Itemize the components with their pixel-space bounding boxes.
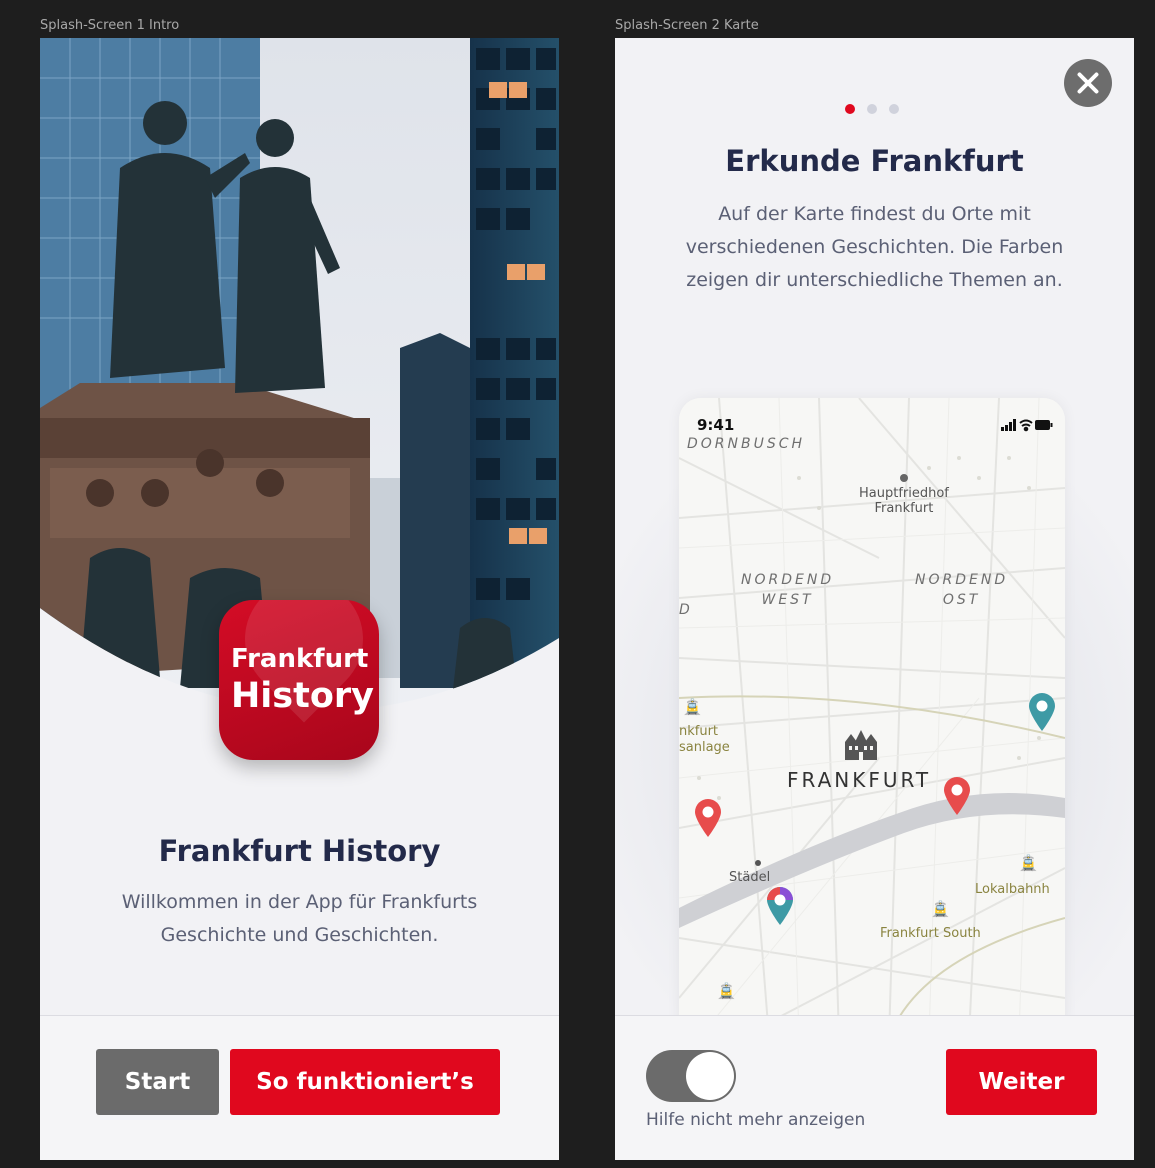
map-label-anlage: nkfurt sanlage bbox=[679, 724, 730, 756]
map-label-staedel-text: Städel bbox=[729, 870, 771, 885]
hide-help-toggle[interactable] bbox=[646, 1050, 736, 1102]
toggle-knob bbox=[686, 1052, 734, 1100]
pagination-dot-2[interactable] bbox=[867, 104, 877, 114]
map-footer: Hilfe nicht mehr anzeigen Weiter bbox=[615, 1015, 1134, 1160]
map-pin-icon-teal[interactable] bbox=[1027, 692, 1057, 732]
map-pin-icon-cluster[interactable] bbox=[765, 886, 795, 926]
poi-dot bbox=[899, 474, 908, 482]
map-label-nordend-ost: NORDEND OST bbox=[915, 570, 1008, 610]
map-label-nordend-ost-line1: NORDEND bbox=[915, 572, 1009, 588]
close-icon[interactable] bbox=[1064, 59, 1112, 107]
map-description-line3: zeigen dir unterschiedliche Themen an. bbox=[686, 269, 1063, 291]
map-label-nordend-west: NORDEND WEST bbox=[741, 570, 834, 610]
intro-footer: Start So funktioniert’s bbox=[40, 1015, 559, 1160]
map-label-hauptfriedhof-line2: Frankfurt bbox=[874, 501, 934, 516]
app-logo-icon: Frankfurt History bbox=[219, 600, 379, 760]
phone-mockup: 9:41 DORNBUSCH Hauptfriedhof Frankfurt N… bbox=[679, 398, 1065, 1038]
pagination-dot-3[interactable] bbox=[889, 104, 899, 114]
status-time: 9:41 bbox=[697, 416, 735, 434]
map-label-nordend-west-line2: WEST bbox=[761, 592, 814, 608]
map-label-hauptfriedhof-line1: Hauptfriedhof bbox=[859, 486, 949, 501]
map-pin-icon-red[interactable] bbox=[693, 798, 723, 838]
building-icon bbox=[845, 730, 877, 760]
map-label-nordend-west-line1: NORDEND bbox=[741, 572, 835, 588]
map-description-line1: Auf der Karte findest du Orte mit bbox=[718, 203, 1031, 225]
app-logo-line2: History bbox=[231, 676, 374, 716]
intro-description-line2: Geschichte und Geschichten. bbox=[160, 924, 439, 946]
frame-label-intro: Splash-Screen 1 Intro bbox=[40, 18, 180, 33]
intro-title: Frankfurt History bbox=[158, 834, 441, 868]
map-label-lokalbahnhof: Lokalbahnh bbox=[975, 882, 1050, 897]
app-logo-line1: Frankfurt bbox=[231, 644, 369, 674]
splash-screen-map: Erkunde Frankfurt Auf der Karte findest … bbox=[615, 38, 1134, 1160]
status-icons bbox=[1001, 419, 1053, 432]
map-label-dornbusch: DORNBUSCH bbox=[687, 436, 806, 452]
map-label-frankfurt: FRANKFURT bbox=[787, 768, 932, 792]
map-label-hauptfriedhof: Hauptfriedhof Frankfurt bbox=[859, 474, 949, 516]
wifi-icon bbox=[1019, 419, 1033, 432]
splash-screen-intro: Frankfurt History Frankfurt History Will… bbox=[40, 38, 559, 1160]
next-button[interactable]: Weiter bbox=[946, 1049, 1097, 1115]
train-icon: 🚊 bbox=[931, 900, 950, 918]
train-icon: 🚊 bbox=[683, 698, 702, 716]
map-label-staedel: Städel bbox=[729, 860, 770, 885]
map-label-frankfurt-south: Frankfurt South bbox=[880, 926, 981, 941]
map-description-line2: verschiedenen Geschichten. Die Farben bbox=[685, 236, 1064, 258]
map-title: Erkunde Frankfurt bbox=[725, 144, 1024, 178]
intro-description-line1: Willkommen in der App für Frankfurts bbox=[121, 891, 478, 913]
hide-help-label: Hilfe nicht mehr anzeigen bbox=[646, 1110, 866, 1130]
poi-dot bbox=[755, 860, 761, 866]
map-description: Auf der Karte findest du Orte mit versch… bbox=[665, 198, 1084, 297]
how-it-works-button[interactable]: So funktioniert’s bbox=[230, 1049, 500, 1115]
map-label-anlage-line1: nkfurt bbox=[679, 724, 719, 739]
map-pin-icon-red[interactable] bbox=[942, 776, 972, 816]
signal-icon bbox=[1001, 419, 1016, 431]
pagination-dot-1[interactable] bbox=[845, 104, 855, 114]
map-label-nordend-ost-line2: OST bbox=[942, 592, 981, 608]
map-label-anlage-line2: sanlage bbox=[679, 740, 730, 755]
train-icon: 🚊 bbox=[717, 982, 736, 1000]
intro-description: Willkommen in der App für Frankfurts Ges… bbox=[100, 886, 499, 952]
frame-label-map: Splash-Screen 2 Karte bbox=[615, 18, 759, 33]
map-label-edge-d: D bbox=[679, 602, 693, 618]
train-icon: 🚊 bbox=[1019, 854, 1038, 872]
battery-icon bbox=[1035, 420, 1053, 430]
start-button[interactable]: Start bbox=[96, 1049, 219, 1115]
